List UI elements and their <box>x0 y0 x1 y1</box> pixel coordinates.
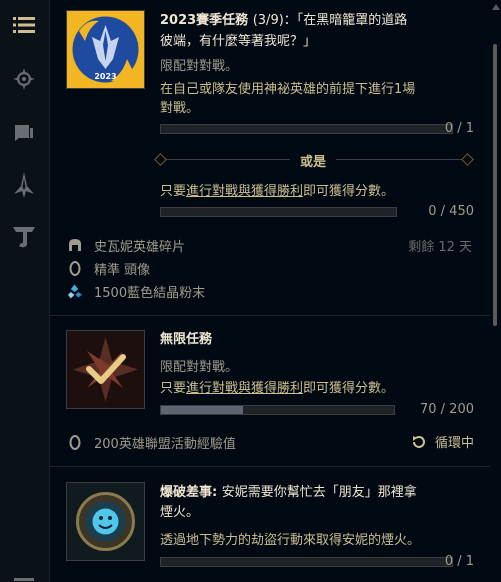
book-icon[interactable] <box>9 117 39 147</box>
or-divider-diamond-right <box>461 153 474 166</box>
mission-title-main: 2023賽季任務 <box>160 13 249 28</box>
shield-icon <box>68 434 82 450</box>
objective-text-line2: 對戰。 <box>160 101 200 116</box>
sidebar-bottom-icon[interactable] <box>9 572 39 582</box>
mission-card[interactable]: 無限任務 限配對對戰。 只要進行對戰與獲得勝利即可獲得分數。 70 / 200 … <box>50 316 490 466</box>
reward-item: 200英雄聯盟活動經驗值 <box>68 433 236 452</box>
progress-count: 0 / 1 <box>444 554 474 569</box>
reward-label: 1500藍色結晶粉末 <box>94 285 206 301</box>
mission-card[interactable]: 2023 2023賽季任務 (3/9)：「在黑暗籠罩的道路 彼端，有什麼等著我呢… <box>50 0 490 315</box>
crest-icon[interactable] <box>9 170 39 200</box>
tft-icon[interactable] <box>9 222 39 252</box>
emblem-year-text: 2023 <box>94 72 116 81</box>
scroll-up-arrow[interactable] <box>492 4 500 10</box>
objective-text: 透過地下勢力的劫盜行動來取得安妮的煙火。 <box>160 533 421 548</box>
time-remaining: 剩餘 12 天 <box>408 240 472 255</box>
shield-icon <box>68 260 82 276</box>
mission-emblem: 2023 <box>66 10 145 89</box>
mission-title-rest: (3/9)：「在黑暗籠罩的道路 <box>252 13 408 28</box>
mission-title-main: 爆破差事: <box>160 485 218 500</box>
mission-title-rest: 安妮需要你幫忙去「朋友」那裡拿 <box>221 485 417 500</box>
objective-link[interactable]: 進行對戰與獲得勝利 <box>186 184 303 199</box>
repeat-indicator: 循環中 <box>411 432 474 451</box>
mission-emblem <box>66 482 145 561</box>
sidebar <box>0 0 50 582</box>
list-icon[interactable] <box>9 10 39 40</box>
progress-count: 0 / 1 <box>444 121 474 136</box>
objective-suffix: 即可獲得分數。 <box>303 381 395 396</box>
progress-bar <box>160 405 395 415</box>
or-label: 或是 <box>290 151 337 170</box>
crystal-icon <box>68 283 82 299</box>
scrollbar-thumb[interactable] <box>493 44 497 326</box>
progress-bar <box>160 124 453 134</box>
mission-restriction: 限配對對戰。 <box>160 360 239 375</box>
progress-count: 70 / 200 <box>420 402 474 417</box>
progress-bar <box>160 207 397 217</box>
reward-item: 1500藍色結晶粉末 <box>68 282 206 301</box>
progress-count: 0 / 450 <box>428 204 474 219</box>
mission-emblem <box>66 330 145 409</box>
objective-suffix: 即可獲得分數。 <box>303 184 395 199</box>
compass-icon[interactable] <box>9 64 39 94</box>
scrollbar[interactable] <box>490 0 501 582</box>
mission-title: 無限任務 <box>160 332 213 347</box>
mission-title: 2023賽季任務 (3/9)：「在黑暗籠罩的道路 <box>160 10 407 31</box>
objective2-text: 只要進行對戰與獲得勝利即可獲得分數。 <box>160 182 394 201</box>
repeat-icon <box>412 435 425 448</box>
objective-text: 只要進行對戰與獲得勝利即可獲得分數。 <box>160 379 394 398</box>
mission-card[interactable]: 爆破差事: 安妮需要你幫忙去「朋友」那裡拿 煙火。 透過地下勢力的劫盜行動來取得… <box>50 467 490 582</box>
reward-label: 精準 頭像 <box>94 262 151 278</box>
objective-text: 在自己或隊友使用神祕英雄的前提下進行1場 <box>160 82 416 97</box>
mission-title: 爆破差事: 安妮需要你幫忙去「朋友」那裡拿 <box>160 482 417 503</box>
mission-title-line2: 煙火。 <box>160 505 200 520</box>
helmet-icon <box>68 237 82 253</box>
reward-item: 精準 頭像 <box>68 259 151 278</box>
objective-link[interactable]: 進行對戰與獲得勝利 <box>186 381 303 396</box>
or-divider-diamond-left <box>154 153 167 166</box>
mission-restriction: 限配對對戰。 <box>160 59 239 74</box>
reward-label: 200英雄聯盟活動經驗值 <box>94 436 236 452</box>
reward-item: 史瓦妮英雄碎片 <box>68 236 186 255</box>
repeat-label: 循環中 <box>434 436 474 451</box>
progress-bar <box>160 557 453 567</box>
mission-title-line2: 彼端，有什麼等著我呢？」 <box>160 34 317 49</box>
objective-prefix: 只要 <box>160 381 187 396</box>
mission-list: 2023 2023賽季任務 (3/9)：「在黑暗籠罩的道路 彼端，有什麼等著我呢… <box>50 0 490 582</box>
objective-prefix: 只要 <box>160 184 187 199</box>
reward-label: 史瓦妮英雄碎片 <box>94 239 186 255</box>
